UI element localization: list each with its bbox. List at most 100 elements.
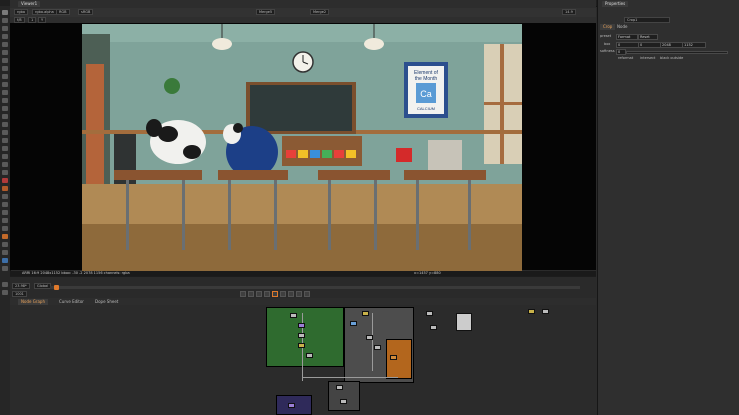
properties-panel: Properties Crop1 Crop Node preset Format… [597, 0, 739, 415]
timeline-range-dropdown[interactable]: Global [34, 283, 52, 289]
transform-tool-icon[interactable] [2, 74, 8, 79]
backdrop-green[interactable] [266, 307, 344, 367]
highlighted-tool-icon[interactable] [2, 234, 8, 239]
filter-tool-icon[interactable] [2, 50, 8, 55]
node-graph-canvas[interactable] [10, 305, 596, 415]
cow-spot [233, 123, 243, 133]
node[interactable] [366, 335, 373, 340]
first-frame-button[interactable] [240, 291, 246, 297]
alpha-dropdown[interactable]: rgba.alpha [32, 9, 57, 15]
node[interactable] [298, 333, 305, 338]
next-frame-button[interactable] [288, 291, 294, 297]
layout-tool-icon[interactable] [2, 290, 8, 295]
box-r-field[interactable]: 2048 [660, 42, 684, 48]
node[interactable] [290, 313, 297, 318]
timeline: 23.98* Global 1001 [10, 276, 596, 299]
timeline-ruler[interactable] [50, 286, 580, 289]
orange-plugin-icon[interactable] [2, 186, 8, 191]
softness-label: softness [600, 49, 615, 53]
desk-leg [274, 180, 277, 250]
keyer-tool-icon[interactable] [2, 58, 8, 63]
node[interactable] [374, 345, 381, 350]
other-tool-icon[interactable] [2, 114, 8, 119]
node[interactable] [350, 321, 357, 326]
paint-tool-icon[interactable] [2, 218, 8, 223]
node[interactable] [430, 325, 437, 330]
input-a-dropdown[interactable]: Merge5 [256, 9, 276, 15]
fps-field[interactable]: 23.98* [12, 283, 30, 289]
misc-tool-icon[interactable] [2, 242, 8, 247]
box-x-field[interactable]: 0 [616, 42, 640, 48]
preset-reset-button[interactable]: Reset [638, 34, 658, 40]
prev-frame-button[interactable] [256, 291, 262, 297]
channels-dropdown[interactable]: rgba [14, 9, 28, 15]
node-name-field[interactable]: Crop1 [624, 17, 670, 23]
play-backward-button[interactable] [264, 291, 270, 297]
metadata-tool-icon[interactable] [2, 98, 8, 103]
poster-symbol: Ca [420, 89, 432, 99]
dots-tool-icon[interactable] [2, 250, 8, 255]
node[interactable] [528, 309, 535, 314]
views-tool-icon[interactable] [2, 90, 8, 95]
node[interactable] [426, 311, 433, 316]
softness-field[interactable]: 0 [616, 49, 626, 55]
prev-keyframe-button[interactable] [248, 291, 254, 297]
colorspace-dropdown[interactable]: RGB [56, 9, 70, 15]
channel-tool-icon[interactable] [2, 34, 8, 39]
node[interactable] [362, 311, 369, 316]
red-plugin-icon[interactable] [2, 178, 8, 183]
node[interactable] [390, 355, 397, 360]
tracker-tool-icon[interactable] [2, 226, 8, 231]
softness-slider[interactable] [626, 51, 728, 54]
read-node-thumbnail[interactable] [456, 313, 472, 331]
gizmo-tool-icon[interactable] [2, 170, 8, 175]
next-keyframe-button[interactable] [296, 291, 302, 297]
toolsets-tool-icon[interactable] [2, 106, 8, 111]
box-t-field[interactable]: 1152 [682, 42, 706, 48]
tools-more-icon[interactable] [2, 266, 8, 271]
nuke-tool-icon[interactable] [2, 202, 8, 207]
last-frame-button[interactable] [304, 291, 310, 297]
roto-tool-icon[interactable] [2, 210, 8, 215]
stop-button[interactable] [272, 291, 278, 297]
box-y-field[interactable]: 0 [638, 42, 662, 48]
node[interactable] [298, 323, 305, 328]
frame-size-dropdown[interactable]: sRGB [78, 9, 94, 15]
draw-tool-icon[interactable] [2, 18, 8, 23]
current-frame-field[interactable]: 1001 [12, 291, 27, 297]
desk-leg [416, 180, 419, 250]
bin [286, 150, 296, 158]
playhead[interactable] [54, 285, 59, 290]
time-tool-icon[interactable] [2, 26, 8, 31]
tab-properties[interactable]: Properties [602, 1, 629, 7]
poster-element-name: CALCIUM [417, 106, 435, 111]
deep-tool-icon[interactable] [2, 138, 8, 143]
merge-tool-icon[interactable] [2, 66, 8, 71]
node[interactable] [340, 399, 347, 404]
preset-dropdown[interactable]: Format [616, 34, 638, 40]
play-forward-button[interactable] [280, 291, 286, 297]
node[interactable] [298, 343, 305, 348]
3d-tool-icon[interactable] [2, 82, 8, 87]
node[interactable] [288, 403, 295, 408]
plugin-tool-icon[interactable] [2, 146, 8, 151]
reformat-label: reformat [618, 56, 634, 60]
blue-tool-icon[interactable] [2, 258, 8, 263]
particles-tool-icon[interactable] [2, 130, 8, 135]
camera-tool-icon[interactable] [2, 162, 8, 167]
input-b-dropdown[interactable]: Merge2 [310, 9, 330, 15]
color-tool-icon[interactable] [2, 42, 8, 47]
ceiling [82, 24, 522, 42]
script-tool-icon[interactable] [2, 194, 8, 199]
settings-tool-icon[interactable] [2, 282, 8, 287]
backdrop-dark[interactable] [328, 381, 360, 411]
furnace-tool-icon[interactable] [2, 122, 8, 127]
tab-node[interactable]: Node [614, 24, 630, 30]
ocio-tool-icon[interactable] [2, 154, 8, 159]
poster-title-2: the Month [415, 76, 437, 82]
node[interactable] [542, 309, 549, 314]
image-tool-icon[interactable] [2, 10, 8, 15]
node[interactable] [336, 385, 343, 390]
node[interactable] [306, 353, 313, 358]
tab-viewer1[interactable]: Viewer1 [18, 1, 41, 7]
